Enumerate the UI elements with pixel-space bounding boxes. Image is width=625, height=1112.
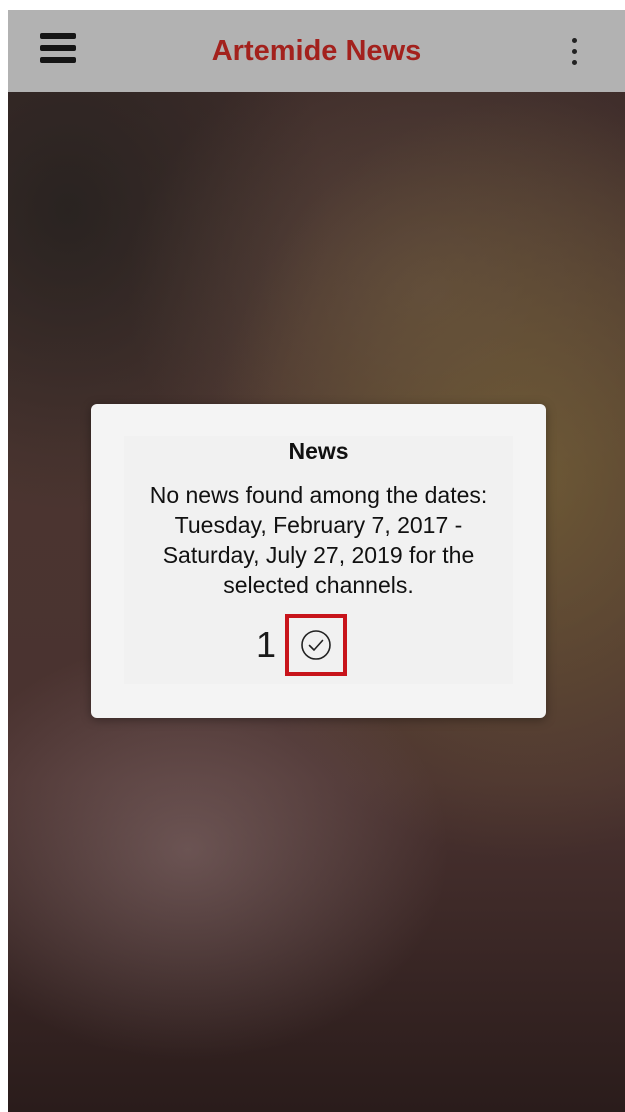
news-dialog: News No news found among the dates: Tues… (91, 404, 546, 718)
app-screen: Artemide News News No news found among t… (8, 10, 625, 1112)
hamburger-menu-button[interactable] (30, 30, 86, 74)
dialog-content: News No news found among the dates: Tues… (124, 436, 513, 684)
app-title: Artemide News (211, 35, 422, 67)
ok-count-label: 1 (255, 624, 277, 665)
dialog-title: News (288, 438, 349, 464)
dialog-message: No news found among the dates: Tuesday, … (149, 482, 488, 598)
more-options-button[interactable] (556, 32, 592, 72)
ok-button[interactable] (285, 614, 347, 676)
app-bar: Artemide News (8, 10, 625, 92)
check-circle-icon (301, 630, 331, 660)
